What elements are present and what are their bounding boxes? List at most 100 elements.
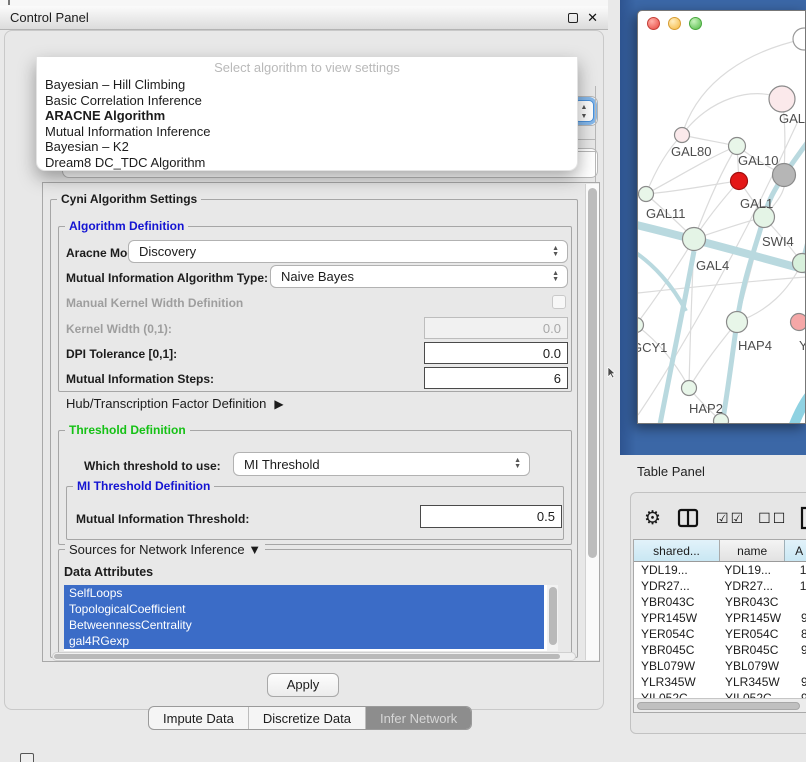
- algorithm-definition-title: Algorithm Definition: [65, 219, 188, 233]
- aracne-mode-combobox[interactable]: Discovery ▲▼: [128, 240, 568, 263]
- combobox-stepper-icon: ▲▼: [514, 458, 521, 470]
- scrollbar-thumb[interactable]: [588, 188, 597, 558]
- mi-algorithm-type-combobox[interactable]: Naive Bayes ▲▼: [270, 265, 568, 288]
- popup-item-dream8[interactable]: Dream8 DC_TDC Algorithm: [37, 155, 577, 171]
- node-label-gal10: GAL10: [738, 153, 778, 168]
- cell: YDR27...: [634, 579, 713, 593]
- select-all-checkboxes-icon[interactable]: ☑☑: [716, 510, 745, 527]
- list-item-betweennesscentrality[interactable]: BetweennessCentrality: [64, 617, 544, 633]
- list-item-selfloops[interactable]: SelfLoops: [64, 585, 544, 601]
- scrollbar-thumb[interactable]: [637, 702, 800, 710]
- cell: YPR145W: [634, 611, 714, 625]
- sources-title-text: Sources for Network Inference: [69, 542, 245, 557]
- cell: YBL079W: [714, 659, 784, 673]
- mi-steps-field[interactable]: 6: [424, 367, 568, 389]
- close-window-icon[interactable]: [647, 17, 660, 30]
- close-icon[interactable]: ✕: [587, 13, 598, 23]
- settings-vertical-scrollbar[interactable]: [585, 184, 599, 660]
- dpi-tolerance-label: DPI Tolerance [0,1]:: [66, 347, 177, 361]
- manual-kernel-width-checkbox[interactable]: [552, 295, 566, 309]
- node-hap4[interactable]: [727, 312, 748, 333]
- node-gal10[interactable]: [729, 138, 746, 155]
- tab-impute-data[interactable]: Impute Data: [149, 707, 248, 729]
- hub-transcription-factor-section[interactable]: Hub/Transcription Factor Definition ▶: [66, 396, 284, 411]
- collapse-arrow-icon[interactable]: ▼: [248, 542, 261, 557]
- table-row[interactable]: YBR045C YBR045C 9.: [634, 642, 806, 658]
- network-nodes[interactable]: [638, 28, 806, 424]
- node-unlabeled[interactable]: [793, 28, 806, 50]
- settings-horizontal-scrollbar[interactable]: [52, 652, 576, 661]
- bottom-corner-button[interactable]: [20, 753, 34, 762]
- popup-item-bayesian-k2[interactable]: Bayesian – K2: [37, 139, 577, 155]
- popup-placeholder: Select algorithm to view settings: [37, 57, 577, 77]
- node-salmon[interactable]: [791, 314, 806, 331]
- popup-item-mutual-information[interactable]: Mutual Information Inference: [37, 124, 577, 140]
- float-window-icon[interactable]: [568, 13, 578, 23]
- apply-button[interactable]: Apply: [267, 673, 339, 697]
- node-red[interactable]: [731, 173, 748, 190]
- control-panel-title: Control Panel: [10, 10, 89, 25]
- data-attributes-list: SelfLoops TopologicalCoefficient Between…: [64, 585, 558, 651]
- which-threshold-combobox[interactable]: MI Threshold ▲▼: [233, 452, 530, 476]
- scrollbar-thumb[interactable]: [549, 587, 557, 645]
- dpi-tolerance-field[interactable]: 0.0: [424, 342, 568, 364]
- minimize-window-icon[interactable]: [668, 17, 681, 30]
- table-panel-toolbar: ⚙ ☑☑ ☐☐: [644, 504, 806, 532]
- cyni-algorithm-settings-title: Cyni Algorithm Settings: [57, 192, 201, 206]
- mi-steps-label: Mutual Information Steps:: [66, 372, 214, 386]
- scrollbar-thumb[interactable]: [54, 654, 560, 659]
- node-gal80[interactable]: [675, 128, 690, 143]
- combobox-stepper-icon: ▲▼: [552, 246, 559, 258]
- tab-infer-network[interactable]: Infer Network: [365, 707, 471, 729]
- expand-arrow-icon[interactable]: ▶: [274, 397, 283, 411]
- hub-section-label: Hub/Transcription Factor Definition: [66, 396, 266, 411]
- cell: YBL079W: [634, 659, 714, 673]
- network-view-window[interactable]: GAL80 GAL10 GAL11 GAL1 SWI4 GAL4 GCY1 HA…: [637, 10, 806, 424]
- table-row[interactable]: YBL079W YBL079W: [634, 658, 806, 674]
- list-item-topologicalcoefficient[interactable]: TopologicalCoefficient: [64, 601, 544, 617]
- mi-threshold-label: Mutual Information Threshold:: [76, 512, 249, 526]
- deselect-all-checkboxes-icon[interactable]: ☐☐: [758, 510, 787, 527]
- table-row[interactable]: YBR043C YBR043C: [634, 594, 806, 610]
- threshold-definition-title: Threshold Definition: [65, 423, 190, 437]
- cell: YDL19...: [634, 563, 713, 577]
- kernel-width-field[interactable]: 0.0: [424, 317, 568, 339]
- column-header-shared-name[interactable]: shared...: [634, 540, 719, 561]
- list-vertical-scrollbar[interactable]: [547, 585, 558, 651]
- node-gal11[interactable]: [639, 187, 654, 202]
- table-row[interactable]: YER054C YER054C 8.: [634, 626, 806, 642]
- node-gal4[interactable]: [683, 228, 706, 251]
- popup-item-aracne[interactable]: ARACNE Algorithm: [37, 108, 577, 124]
- which-threshold-label: Which threshold to use:: [84, 459, 221, 473]
- node-green-right[interactable]: [793, 254, 806, 273]
- node-label-y-partial: Y: [799, 338, 806, 353]
- cell: 12: [783, 579, 806, 593]
- tab-discretize-data[interactable]: Discretize Data: [248, 707, 365, 729]
- list-item-gal4rgexp[interactable]: gal4RGexp: [64, 633, 544, 649]
- data-attributes-label: Data Attributes: [64, 565, 153, 579]
- column-header-name[interactable]: name: [719, 540, 784, 561]
- node-label-gal80: GAL80: [671, 144, 711, 159]
- export-table-icon[interactable]: [799, 506, 806, 530]
- dpi-tolerance-value: 0.0: [543, 346, 561, 361]
- aracne-mode-value: Discovery: [139, 244, 196, 259]
- window-edge-tick: [8, 0, 10, 5]
- table-row[interactable]: YLR345W YLR345W 9.: [634, 674, 806, 690]
- table-horizontal-scrollbar[interactable]: [634, 698, 806, 712]
- screen: { "control_panel": { "title": "Control P…: [0, 0, 806, 762]
- table-row[interactable]: YPR145W YPR145W 9.: [634, 610, 806, 626]
- popup-item-basic-correlation[interactable]: Basic Correlation Inference: [37, 93, 577, 109]
- columns-icon[interactable]: [677, 507, 699, 529]
- table-row[interactable]: YDL19... YDL19... 13: [634, 562, 806, 578]
- mi-threshold-definition-title: MI Threshold Definition: [73, 479, 214, 493]
- cell: 9.: [784, 643, 806, 657]
- gear-icon[interactable]: ⚙: [644, 507, 661, 530]
- zoom-window-icon[interactable]: [689, 17, 702, 30]
- node-table[interactable]: shared... name A YDL19... YDL19... 13 YD…: [633, 539, 806, 713]
- mi-threshold-field[interactable]: 0.5: [420, 505, 562, 528]
- column-header-partial[interactable]: A: [784, 540, 806, 561]
- popup-item-bayesian-hill-climbing[interactable]: Bayesian – Hill Climbing: [37, 77, 577, 93]
- node-gal2[interactable]: [769, 86, 795, 112]
- node-hap2[interactable]: [682, 381, 697, 396]
- table-row[interactable]: YDR27... YDR27... 12: [634, 578, 806, 594]
